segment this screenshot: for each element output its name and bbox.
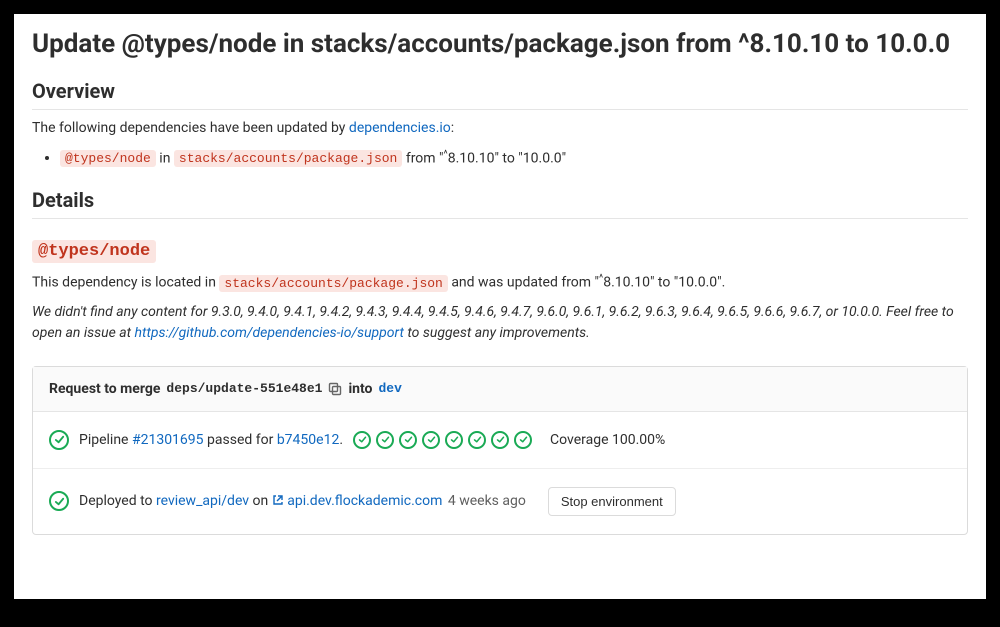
deployment-url-link[interactable]: api.dev.flockademic.com	[287, 493, 442, 509]
support-link[interactable]: https://github.com/dependencies-io/suppo…	[135, 325, 404, 341]
pipeline-stage-icon[interactable]	[514, 431, 532, 449]
copy-icon[interactable]	[328, 382, 342, 396]
check-circle-icon	[49, 491, 69, 511]
pipeline-stage-icon[interactable]	[445, 431, 463, 449]
merge-request-widget: Request to merge deps/update-551e48e1 in…	[32, 366, 968, 535]
details-heading: Details	[32, 188, 968, 219]
package-heading: @types/node	[32, 237, 968, 261]
pipeline-row: Pipeline #21301695 passed for b7450e12. …	[33, 412, 967, 469]
file-path-code: stacks/accounts/package.json	[219, 275, 447, 292]
source-branch: deps/update-551e48e1	[166, 381, 322, 396]
check-circle-icon	[49, 430, 69, 450]
pipeline-stage-icon[interactable]	[376, 431, 394, 449]
coverage-text: Coverage 100.00%	[550, 432, 665, 448]
overview-intro: The following dependencies have been upd…	[32, 118, 968, 139]
commit-link[interactable]: b7450e12	[277, 432, 340, 448]
pipeline-stages	[353, 431, 532, 449]
file-path-code: stacks/accounts/package.json	[174, 150, 402, 167]
pipeline-stage-icon[interactable]	[468, 431, 486, 449]
page-title: Update @types/node in stacks/accounts/pa…	[32, 28, 968, 61]
environment-link[interactable]: review_api/dev	[156, 493, 249, 509]
pipeline-stage-icon[interactable]	[399, 431, 417, 449]
dependency-list-item: @types/node in stacks/accounts/package.j…	[60, 147, 968, 170]
external-link-icon	[272, 494, 284, 506]
overview-heading: Overview	[32, 79, 968, 110]
pipeline-stage-icon[interactable]	[491, 431, 509, 449]
dependency-location-text: This dependency is located in stacks/acc…	[32, 271, 968, 294]
missing-content-note: We didn't find any content for 9.3.0, 9.…	[32, 302, 968, 344]
target-branch-link[interactable]: dev	[378, 381, 401, 396]
pipeline-stage-icon[interactable]	[422, 431, 440, 449]
merge-header: Request to merge deps/update-551e48e1 in…	[33, 367, 967, 412]
pipeline-stage-icon[interactable]	[353, 431, 371, 449]
deployment-time: 4 weeks ago	[448, 493, 526, 509]
dependencies-io-link[interactable]: dependencies.io	[349, 120, 451, 136]
pipeline-id-link[interactable]: #21301695	[132, 432, 204, 448]
stop-environment-button[interactable]: Stop environment	[548, 487, 676, 516]
deployment-row: Deployed to review_api/dev on api.dev.fl…	[33, 469, 967, 534]
package-name-code: @types/node	[60, 150, 156, 167]
